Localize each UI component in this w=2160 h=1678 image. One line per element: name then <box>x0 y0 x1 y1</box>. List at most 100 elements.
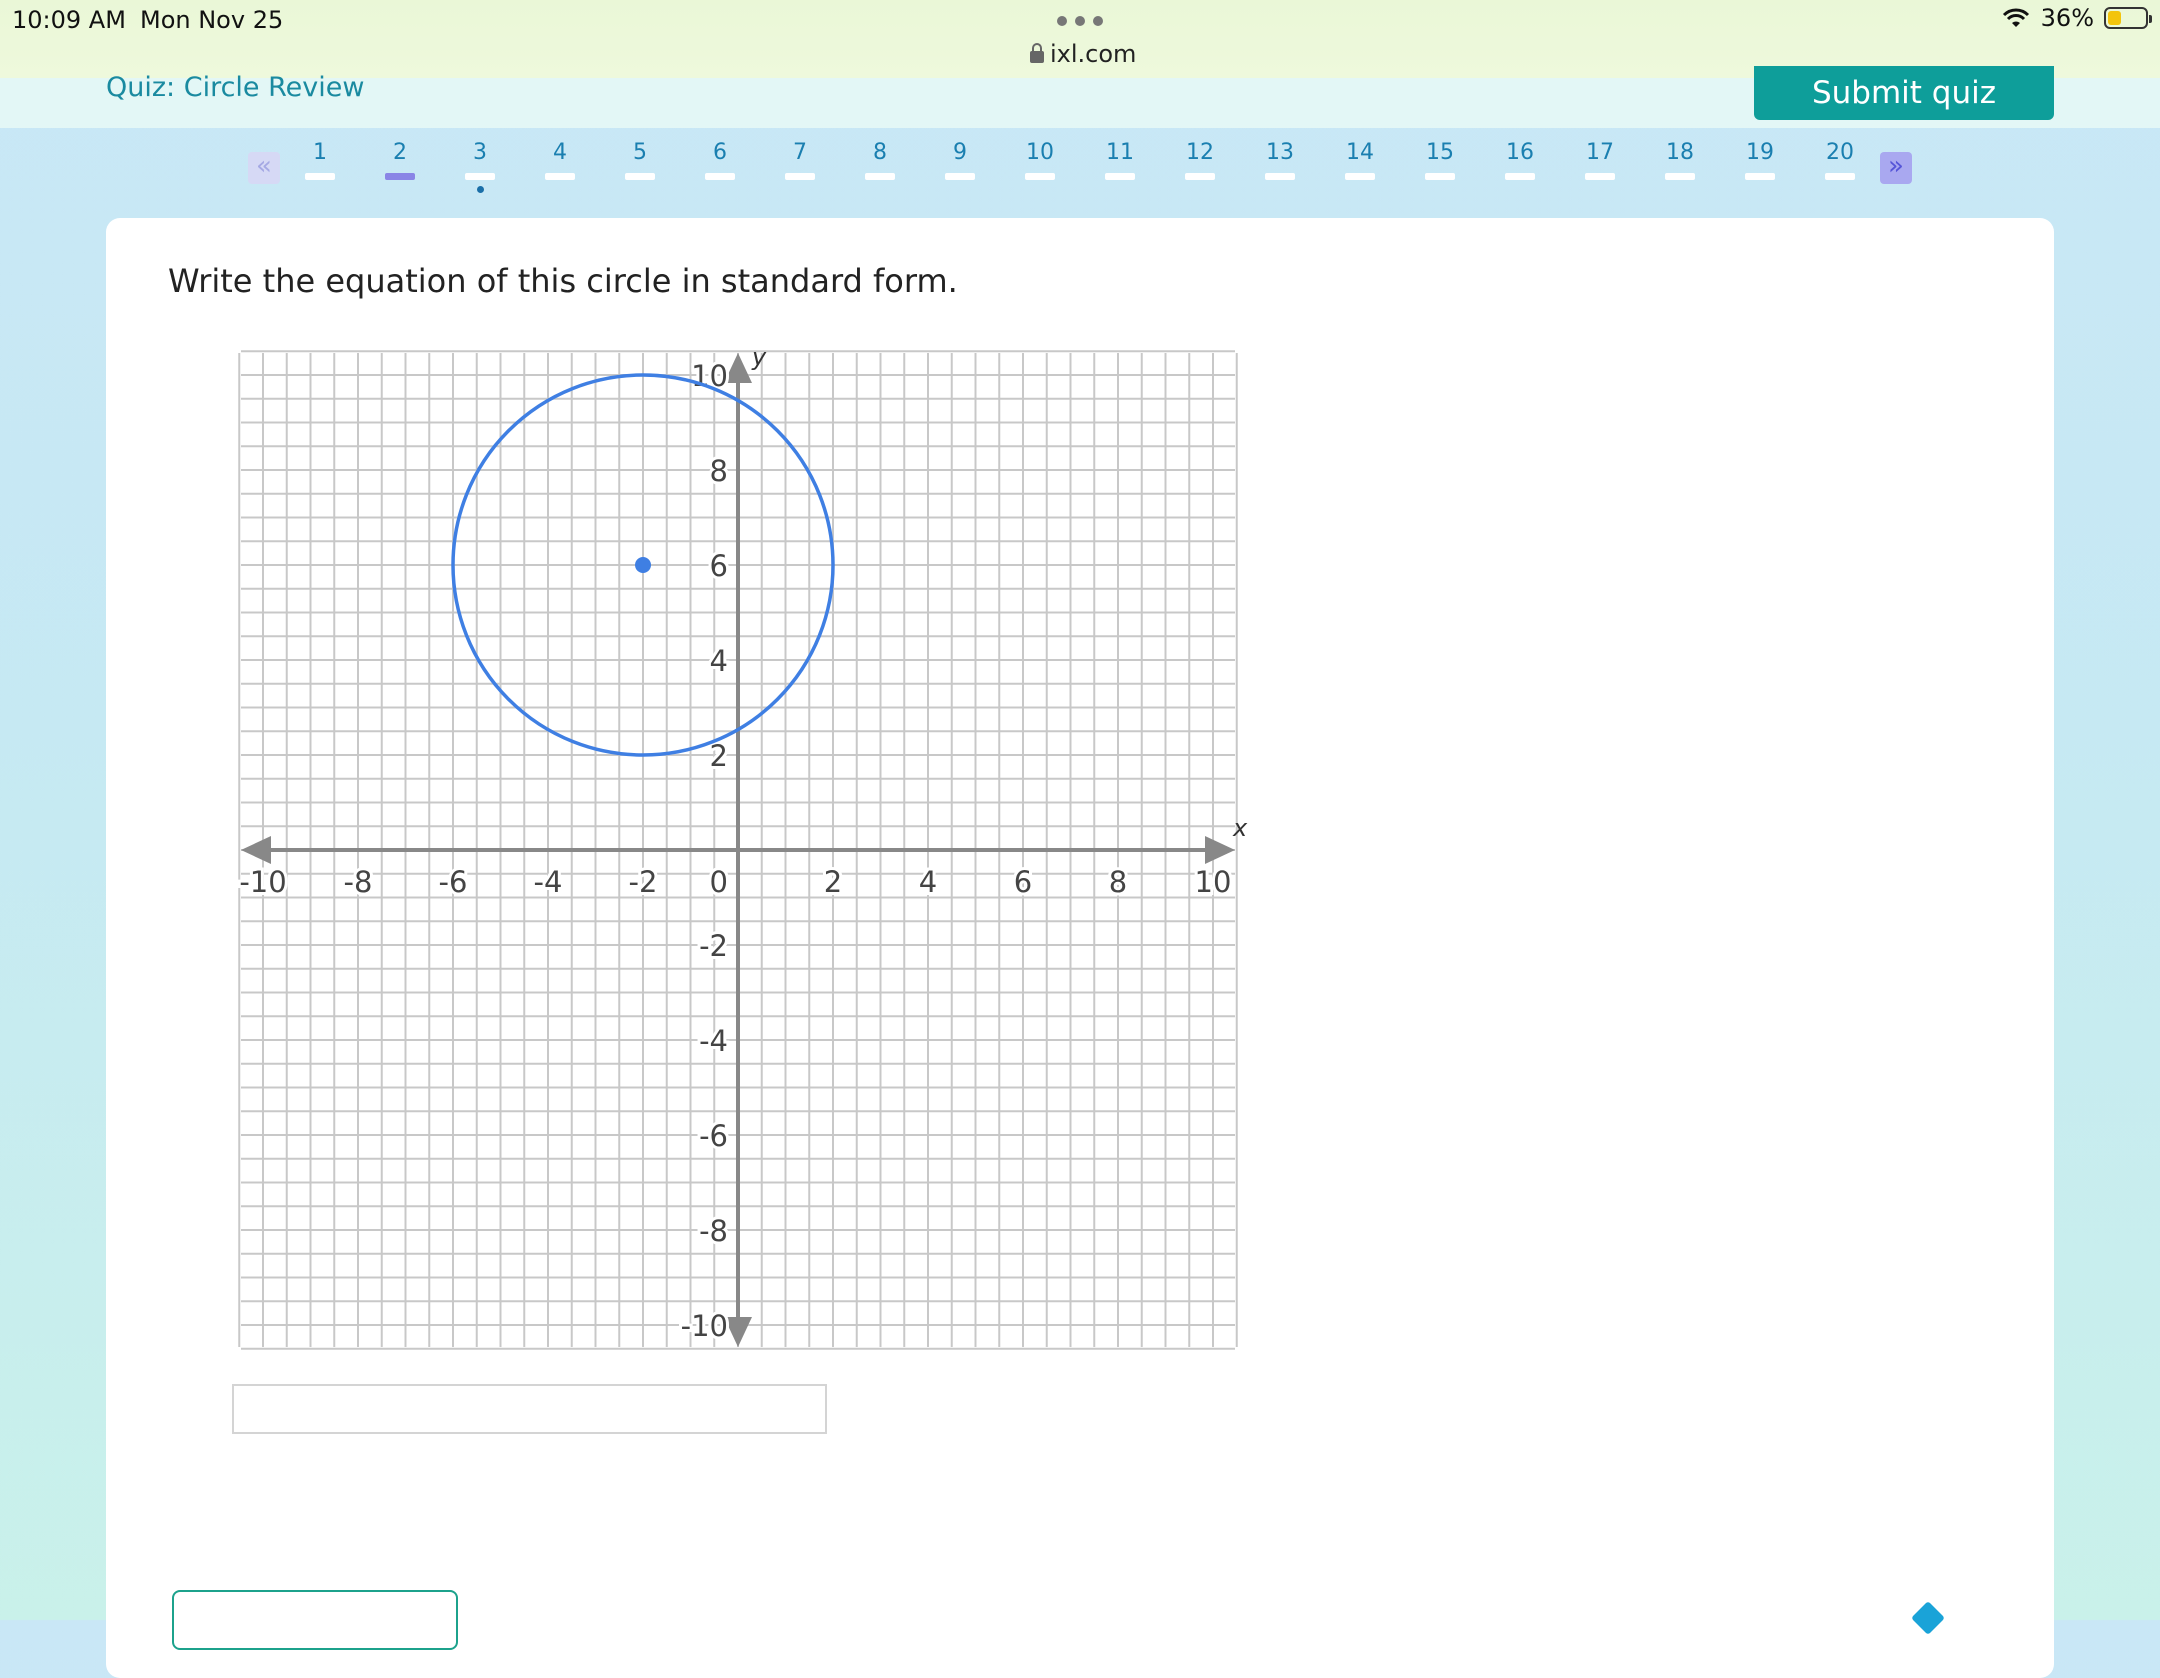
question-number: 16 <box>1506 140 1534 165</box>
y-tick-label: 8 <box>710 454 728 488</box>
question-number: 11 <box>1106 140 1134 165</box>
wifi-icon <box>2002 8 2029 27</box>
question-nav-item[interactable]: 5 <box>610 140 670 180</box>
y-tick-label: -6 <box>699 1119 728 1153</box>
question-progress-bar <box>1825 173 1855 180</box>
question-number: 18 <box>1666 140 1694 165</box>
question-nav-item[interactable]: 3 <box>450 140 510 193</box>
question-number: 12 <box>1186 140 1214 165</box>
double-chevron-right-icon[interactable]: » <box>1880 152 1912 184</box>
y-axis-arrow-down <box>724 1317 752 1347</box>
question-nav-item[interactable]: 13 <box>1250 140 1310 180</box>
url-text: ixl.com <box>1050 40 1137 68</box>
y-tick-label: 2 <box>710 739 728 773</box>
question-number: 9 <box>953 140 967 165</box>
battery-percent: 36% <box>2040 4 2094 32</box>
y-axis-label: y <box>751 343 767 371</box>
question-progress-bar <box>785 173 815 180</box>
bottom-button[interactable] <box>172 1590 458 1650</box>
question-number: 14 <box>1346 140 1374 165</box>
double-chevron-left-icon[interactable]: « <box>248 152 280 184</box>
address-bar[interactable]: ixl.com <box>1030 40 1136 68</box>
y-axis-arrow-up <box>724 353 752 383</box>
more-dots-icon[interactable] <box>1057 16 1103 26</box>
x-tick-label: 2 <box>824 865 842 899</box>
battery-fill <box>2108 11 2121 25</box>
x-tick-label: 0 <box>710 865 728 899</box>
lock-icon <box>1030 43 1044 63</box>
quiz-title: Quiz: Circle Review <box>106 72 365 103</box>
question-progress-bar <box>1025 173 1055 180</box>
question-nav-item[interactable]: 18 <box>1650 140 1710 180</box>
question-number: 2 <box>393 140 407 165</box>
question-progress-bar <box>1665 173 1695 180</box>
coordinate-plane: xy-10 -8 -6 -4 -2 0 2 4 6 8 10108642-2-4-6-8-10 <box>236 343 1248 1350</box>
status-date: Mon Nov 25 <box>140 6 284 34</box>
question-number: 1 <box>313 140 327 165</box>
question-number: 19 <box>1746 140 1774 165</box>
question-number: 8 <box>873 140 887 165</box>
question-number: 7 <box>793 140 807 165</box>
x-tick-label: -6 <box>439 865 468 899</box>
y-tick-label: -10 <box>681 1309 728 1343</box>
question-nav-item[interactable]: 20 <box>1810 140 1870 180</box>
x-tick-label: -2 <box>629 865 658 899</box>
question-nav-item[interactable]: 4 <box>530 140 590 180</box>
question-prompt: Write the equation of this circle in sta… <box>168 262 958 300</box>
x-axis-arrow-left <box>241 836 271 864</box>
x-tick-label: 8 <box>1109 865 1127 899</box>
question-progress-bar <box>945 173 975 180</box>
circle-center-point <box>635 557 651 573</box>
y-tick-label: -2 <box>699 929 728 963</box>
question-progress-bar <box>1265 173 1295 180</box>
question-number: 5 <box>633 140 647 165</box>
question-nav-item[interactable]: 6 <box>690 140 750 180</box>
question-number: 15 <box>1426 140 1454 165</box>
question-marker-dot <box>476 186 484 193</box>
question-progress-bar <box>1185 173 1215 180</box>
question-nav-item[interactable]: 8 <box>850 140 910 180</box>
question-progress-bar <box>1585 173 1615 180</box>
question-progress-bar <box>545 173 575 180</box>
y-tick-label: 4 <box>710 644 728 678</box>
y-tick-label: -8 <box>699 1214 728 1248</box>
x-tick-label: 6 <box>1014 865 1032 899</box>
question-number: 20 <box>1826 140 1854 165</box>
status-indicators: 36% <box>2001 4 2152 32</box>
question-nav-item[interactable]: 14 <box>1330 140 1390 180</box>
question-number: 17 <box>1586 140 1614 165</box>
status-time: 10:09 AM <box>12 6 126 34</box>
x-tick-label: 10 <box>1195 865 1232 899</box>
battery-icon <box>2104 7 2152 29</box>
question-progress-bar <box>385 173 415 180</box>
answer-input[interactable] <box>232 1384 827 1434</box>
question-progress-bar <box>465 173 495 180</box>
question-number: 3 <box>473 140 487 165</box>
question-nav-item[interactable]: 9 <box>930 140 990 180</box>
question-progress-bar <box>1745 173 1775 180</box>
question-nav-item[interactable]: 19 <box>1730 140 1790 180</box>
question-progress-bar <box>865 173 895 180</box>
question-nav-item[interactable]: 17 <box>1570 140 1630 180</box>
question-nav-item[interactable]: 1 <box>290 140 350 180</box>
question-nav-item[interactable]: 7 <box>770 140 830 180</box>
question-progress-bar <box>1345 173 1375 180</box>
question-progress-bar <box>305 173 335 180</box>
submit-quiz-button[interactable]: Submit quiz <box>1754 66 2054 120</box>
question-nav-item[interactable]: 10 <box>1010 140 1070 180</box>
question-progress-bar <box>1505 173 1535 180</box>
question-number: 6 <box>713 140 727 165</box>
question-nav-item[interactable]: 11 <box>1090 140 1150 180</box>
x-tick-label: -4 <box>534 865 563 899</box>
question-nav-item[interactable]: 12 <box>1170 140 1230 180</box>
question-nav-item[interactable]: 15 <box>1410 140 1470 180</box>
x-axis-label: x <box>1232 814 1248 842</box>
question-number: 10 <box>1026 140 1054 165</box>
question-nav-item[interactable]: 2 <box>370 140 430 180</box>
question-nav-item[interactable]: 16 <box>1490 140 1550 180</box>
x-tick-label: -8 <box>344 865 373 899</box>
question-number: 4 <box>553 140 567 165</box>
x-tick-label: -10 <box>239 865 286 899</box>
x-axis-arrow-right <box>1205 836 1235 864</box>
x-tick-label: 4 <box>919 865 937 899</box>
